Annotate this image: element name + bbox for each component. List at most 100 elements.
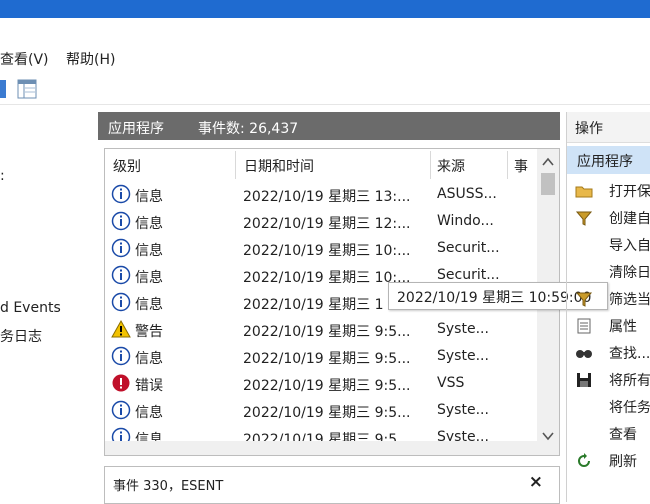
- info-icon: [111, 400, 131, 420]
- action-item[interactable]: 将所有: [567, 367, 650, 393]
- cell-source: Securit...: [437, 240, 500, 256]
- table-row[interactable]: 信息 2022/10/19 星期三 10:... Securit...: [105, 235, 535, 262]
- cell-datetime: 2022/10/19 星期三 9:5...: [243, 405, 411, 421]
- info-icon: [111, 211, 131, 231]
- action-label: 创建自: [609, 211, 650, 227]
- log-title: 应用程序: [108, 121, 164, 137]
- column-source[interactable]: 来源: [431, 149, 507, 179]
- cell-source: Securit...: [437, 267, 500, 283]
- toolbar: [0, 74, 650, 105]
- info-icon: [111, 238, 131, 258]
- cell-source: Windo...: [437, 213, 494, 229]
- window-titlebar: [0, 0, 650, 18]
- filter-icon: [575, 209, 593, 227]
- cell-source: VSS: [437, 375, 465, 391]
- info-icon: [111, 400, 131, 420]
- cell-source: Syste...: [437, 348, 489, 364]
- cell-level: 信息: [135, 243, 163, 259]
- info-icon: [111, 265, 131, 285]
- properties-icon: [575, 317, 593, 335]
- cell-level: 信息: [135, 270, 163, 286]
- cell-level: 警告: [135, 324, 163, 340]
- actions-section-application[interactable]: 应用程序: [567, 146, 650, 174]
- table-row[interactable]: 信息 2022/10/19 星期三 13:... ASUSS...: [105, 181, 535, 208]
- event-count: 事件数: 26,437: [198, 121, 299, 137]
- tree-item-service-logs[interactable]: 务日志: [0, 326, 42, 346]
- info-icon: [111, 184, 131, 204]
- table-row[interactable]: 信息 2022/10/19 星期三 9:5... Syste...: [105, 397, 535, 424]
- cell-level: 信息: [135, 351, 163, 367]
- action-label: 清除日: [609, 265, 650, 281]
- tree-item-events[interactable]: d Events: [0, 300, 61, 316]
- cell-level: 信息: [135, 405, 163, 421]
- action-label: 将任务: [609, 400, 650, 416]
- cell-datetime: 2022/10/19 星期三 13:...: [243, 189, 411, 205]
- scroll-down-icon: [542, 432, 554, 441]
- info-icon: [111, 184, 131, 204]
- action-label: 属性: [609, 319, 637, 335]
- action-item[interactable]: 属性: [567, 313, 650, 339]
- event-detail-panel: 事件 330，ESENT ×: [104, 466, 560, 504]
- action-item[interactable]: 导入自: [567, 232, 650, 258]
- event-detail-title: 事件 330，ESENT: [113, 479, 224, 494]
- table-row[interactable]: 警告 2022/10/19 星期三 9:5... Syste...: [105, 316, 535, 343]
- action-label: 打开保: [609, 184, 650, 200]
- close-icon[interactable]: ×: [529, 472, 543, 492]
- info-icon: [111, 265, 131, 285]
- info-icon: [111, 346, 131, 366]
- action-item[interactable]: 创建自: [567, 205, 650, 231]
- scroll-up-icon: [542, 157, 554, 166]
- table-row[interactable]: 错误 2022/10/19 星期三 9:5... VSS: [105, 370, 535, 397]
- log-header: 应用程序 事件数: 26,437: [98, 112, 560, 140]
- warning-icon: [111, 319, 131, 339]
- action-label: 将所有: [609, 373, 650, 389]
- action-item[interactable]: 清除日: [567, 259, 650, 285]
- action-item[interactable]: 打开保: [567, 178, 650, 204]
- table-row[interactable]: 信息 2022/10/19 星期三 9:5... Syste...: [105, 343, 535, 370]
- action-item[interactable]: 刷新: [567, 448, 650, 474]
- actions-header: 操作: [567, 112, 650, 143]
- horizontal-scrollbar[interactable]: [105, 441, 537, 455]
- info-icon: [111, 211, 131, 231]
- action-label: 刷新: [609, 454, 637, 470]
- cell-datetime: 2022/10/19 星期三 9:5...: [243, 351, 411, 367]
- column-datetime[interactable]: 日期和时间: [236, 149, 430, 179]
- scroll-thumb: [541, 173, 555, 195]
- tree-item-partial[interactable]: :: [0, 168, 5, 184]
- column-level[interactable]: 级别: [105, 149, 235, 179]
- show-hide-pane-button[interactable]: [16, 78, 38, 100]
- info-icon: [111, 238, 131, 258]
- cell-datetime: 2022/10/19 星期三 1: [243, 297, 384, 313]
- refresh-icon: [575, 452, 593, 470]
- action-label: 筛选当: [609, 292, 650, 308]
- info-icon: [111, 292, 131, 312]
- error-icon: [112, 374, 130, 392]
- column-partial[interactable]: 事: [508, 149, 536, 179]
- action-item[interactable]: 将任务: [567, 394, 650, 420]
- cell-datetime: 2022/10/19 星期三 12:...: [243, 216, 411, 232]
- menu-bar: 查看(V) 帮助(H): [0, 44, 650, 72]
- cell-level: 信息: [135, 297, 163, 313]
- cell-level: 信息: [135, 216, 163, 232]
- toolbar-button-partial[interactable]: [0, 78, 8, 100]
- cell-datetime: 2022/10/19 星期三 9:5...: [243, 378, 411, 394]
- table-row[interactable]: 信息 2022/10/19 星期三 12:... Windo...: [105, 208, 535, 235]
- info-icon: [111, 292, 131, 312]
- cell-level: 错误: [135, 378, 163, 394]
- navigation-tree: : d Events 务日志: [0, 112, 98, 502]
- action-item[interactable]: 查找...: [567, 340, 650, 366]
- cell-source: Syste...: [437, 402, 489, 418]
- menu-view[interactable]: 查看(V): [0, 49, 49, 69]
- action-item[interactable]: 筛选当: [567, 286, 650, 312]
- action-label: 导入自: [609, 238, 650, 254]
- warning-icon: [111, 319, 131, 338]
- folder-icon: [575, 182, 593, 200]
- cell-source: Syste...: [437, 321, 489, 337]
- pane-icon: [17, 79, 37, 99]
- action-item[interactable]: 查看: [567, 421, 650, 447]
- menu-help[interactable]: 帮助(H): [66, 49, 115, 69]
- save-icon: [575, 371, 593, 389]
- actions-pane: 操作 应用程序 打开保创建自导入自清除日筛选当属性查找... 将所有将任务查看刷新: [566, 112, 650, 502]
- cell-datetime: 2022/10/19 星期三 10:...: [243, 243, 411, 259]
- cell-datetime: 2022/10/19 星期三 9:5...: [243, 324, 411, 340]
